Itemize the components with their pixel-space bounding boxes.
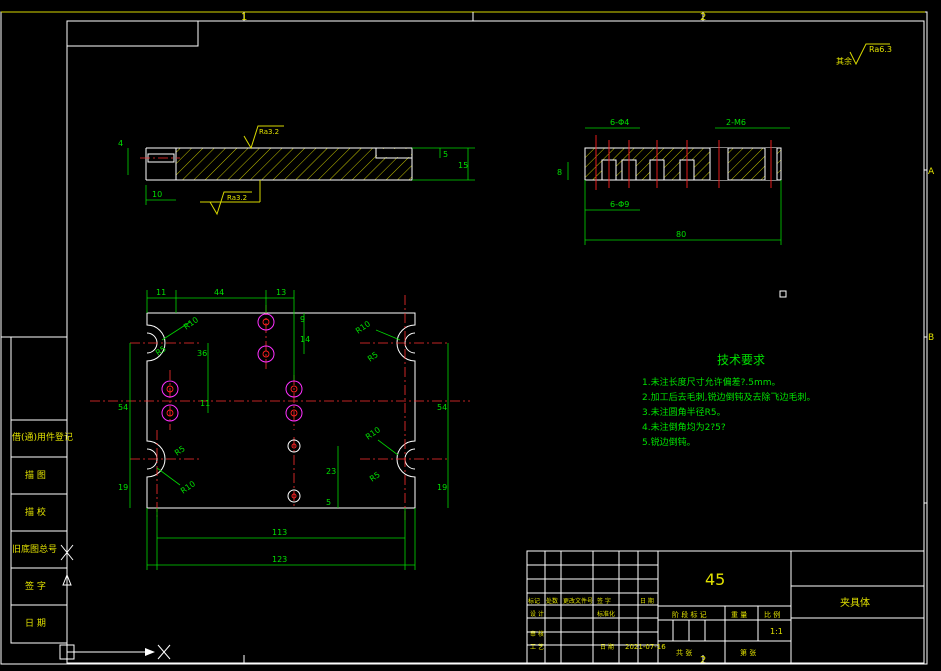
dim-depth: 8 xyxy=(557,168,562,177)
dim-19-left: 19 xyxy=(118,483,128,492)
roughness-face-bottom: Ra3.2 xyxy=(227,194,247,202)
dim-10: 10 xyxy=(152,190,162,199)
strip-label-5: 签 字 xyxy=(25,580,46,592)
dim-5-plan: 5 xyxy=(326,498,331,507)
dim-113: 113 xyxy=(272,528,287,537)
dim-123: 123 xyxy=(272,555,287,564)
dim-thread: 2-M6 xyxy=(726,118,746,127)
tech-item-5: 5.锐边倒钝。 xyxy=(642,436,696,448)
zone-bottom-2: 2 xyxy=(700,655,706,666)
strip-label-3: 描 校 xyxy=(25,506,46,518)
tb-header-date: 日 期 xyxy=(640,597,654,605)
dim-5: 5 xyxy=(443,150,448,159)
dim-14: 14 xyxy=(300,335,310,344)
section-view: 6-Φ4 2-M6 8 6-Φ9 80 xyxy=(557,118,790,245)
dim-44: 44 xyxy=(214,288,224,297)
roughness-face-top: Ra3.2 xyxy=(259,128,279,136)
strip-label-1: 借(通)用件登记 xyxy=(12,431,73,443)
dim-15: 15 xyxy=(458,161,468,170)
tb-stage: 阶 段 标 记 xyxy=(672,610,707,619)
tb-scale-label: 比 例 xyxy=(764,610,780,619)
cad-drawing: 1 2 2 A B 借(通)用件登记 描 图 描 校 旧底图总号 签 字 日 期… xyxy=(0,11,935,666)
tb-header-mark: 标记 xyxy=(528,597,540,605)
side-view: 4 10 5 15 Ra3.2 Ra3.2 xyxy=(118,125,475,216)
roughness-general-value: Ra6.3 xyxy=(869,45,892,54)
dim-19-right: 19 xyxy=(437,483,447,492)
tb-role-design: 设 计 xyxy=(530,610,544,618)
tech-item-4: 4.未注倒角均为2?5? xyxy=(642,421,726,433)
tb-material: 45 xyxy=(705,570,725,589)
plan-view: 11 44 13 9 14 36 11 54 54 19 19 23 5 113… xyxy=(90,288,470,570)
dim-54-left: 54 xyxy=(118,403,128,412)
strip-label-4: 旧底图总号 xyxy=(12,543,57,555)
left-strip: 借(通)用件登记 描 图 描 校 旧底图总号 签 字 日 期 xyxy=(10,336,73,644)
radius-r5-b: R5 xyxy=(366,350,380,363)
zone-markers: 1 2 2 A B xyxy=(241,12,935,666)
zone-top-1: 1 xyxy=(241,12,247,23)
tb-header-count: 处数 xyxy=(546,597,558,605)
tb-role-review: 审 核 xyxy=(530,630,544,638)
sheet-border xyxy=(0,11,928,665)
title-block: 标记 处数 更改文件号 签 字 日 期 设 计 标准化 审 核 工 艺 日 期 … xyxy=(526,550,925,664)
dim-54-right: 54 xyxy=(437,403,447,412)
tb-total-sheets: 共 张 xyxy=(676,648,692,657)
radius-r10-c: R10 xyxy=(354,319,372,335)
tb-part-name: 夹具体 xyxy=(840,596,870,609)
tech-item-2: 2.加工后去毛刺,锐边倒钝及去除飞边毛刺。 xyxy=(642,391,815,403)
dim-13: 13 xyxy=(276,288,286,297)
zone-top-2: 2 xyxy=(700,12,706,23)
dim-23: 23 xyxy=(326,467,336,476)
tb-role-date: 日 期 xyxy=(600,643,614,651)
dim-9: 9 xyxy=(300,315,305,324)
dim-11: 11 xyxy=(156,288,166,297)
dim-36: 36 xyxy=(197,349,207,358)
strip-label-6: 日 期 xyxy=(25,618,46,629)
dim-holes-top: 6-Φ4 xyxy=(610,118,629,127)
tb-role-std: 标准化 xyxy=(597,610,615,618)
radius-r10-a: R10 xyxy=(182,315,200,331)
tb-header-change: 更改文件号 xyxy=(563,597,593,605)
tb-scale-value: 1:1 xyxy=(770,627,783,636)
tb-sheet-no: 第 张 xyxy=(740,648,756,657)
tech-requirements: 技术要求 1.未注长度尺寸允许偏差?.5mm。 2.加工后去毛刺,锐边倒钝及去除… xyxy=(642,353,815,448)
dim-length: 80 xyxy=(676,230,686,239)
dim-4: 4 xyxy=(118,139,123,148)
dim-holes-bottom: 6-Φ9 xyxy=(610,200,629,209)
ucs-icon xyxy=(59,544,171,660)
dim-11b: 11 xyxy=(200,399,210,408)
zone-right-a: A xyxy=(928,167,935,177)
tb-header-sign: 签 字 xyxy=(597,597,611,605)
tech-item-3: 3.未注圆角半径R5。 xyxy=(642,406,726,418)
tech-title: 技术要求 xyxy=(717,353,765,367)
point-marker xyxy=(779,290,787,298)
tb-weight: 重 量 xyxy=(731,611,747,619)
zone-right-b: B xyxy=(928,333,934,343)
roughness-general-prefix: 其余 xyxy=(836,56,852,66)
radius-r5-c: R5 xyxy=(368,470,382,483)
radius-r10-d: R10 xyxy=(364,425,382,441)
roughness-general: 其余 Ra6.3 xyxy=(836,43,892,66)
tech-item-1: 1.未注长度尺寸允许偏差?.5mm。 xyxy=(642,376,781,388)
tb-role-process: 工 艺 xyxy=(530,643,544,651)
radius-r10-b: R10 xyxy=(179,479,197,495)
tb-date-value: 2021-07-16 xyxy=(625,643,666,651)
strip-label-2: 描 图 xyxy=(25,469,46,481)
radius-r5-a: R5 xyxy=(173,444,187,457)
